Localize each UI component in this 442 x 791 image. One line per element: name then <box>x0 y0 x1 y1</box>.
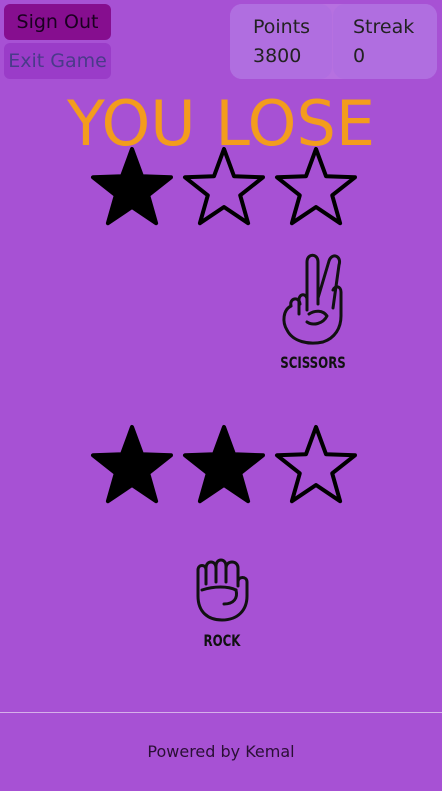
player-star-empty-icon <box>275 425 357 504</box>
points-box: Points 3800 <box>230 4 332 79</box>
player-stars <box>88 422 364 510</box>
opponent-star-filled-icon <box>91 147 173 226</box>
footer-divider <box>0 712 442 713</box>
streak-label: Streak <box>353 16 415 38</box>
streak-box: Streak 0 <box>333 4 437 79</box>
score-panel: Points 3800 Streak 0 <box>230 4 437 79</box>
player-star-filled-icon <box>183 425 265 504</box>
exit-game-button[interactable]: Exit Game <box>4 43 111 79</box>
player-star-filled-icon <box>91 425 173 504</box>
sign-out-button[interactable]: Sign Out <box>4 4 111 40</box>
rock-fist-icon <box>196 558 249 622</box>
points-label: Points <box>253 16 311 38</box>
opponent-stars <box>88 144 364 232</box>
streak-value: 0 <box>353 45 366 67</box>
scissors-hand-icon <box>282 253 343 345</box>
points-value: 3800 <box>253 45 302 67</box>
opponent-star-empty-icon <box>183 147 265 226</box>
footer-text: Powered by Kemal <box>147 742 295 761</box>
opponent-star-empty-icon <box>275 147 357 226</box>
player-move-label: ROCK <box>203 631 241 650</box>
opponent-move-label: SCISSORS <box>280 353 346 372</box>
